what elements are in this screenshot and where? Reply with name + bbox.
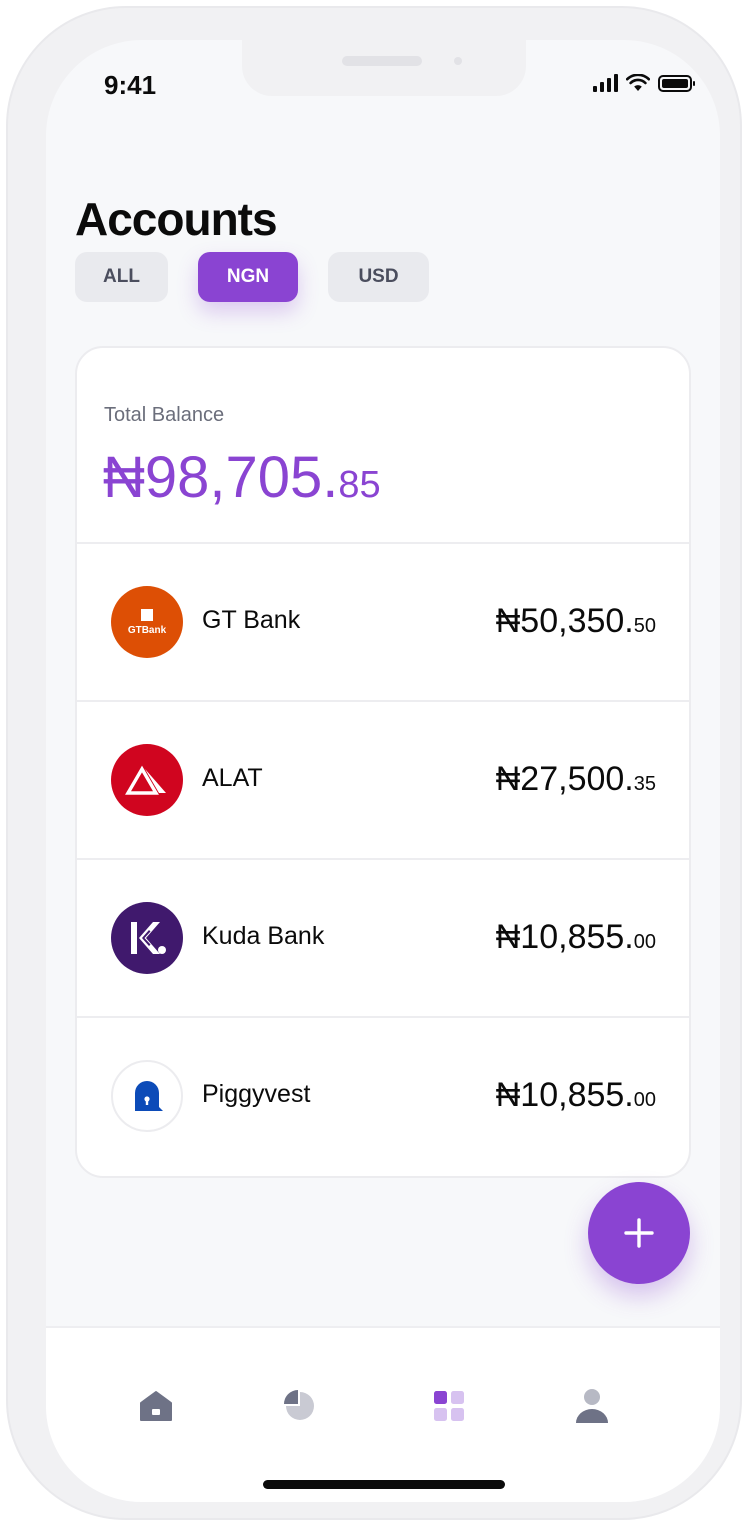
account-amount-main: ₦50,350. bbox=[495, 602, 634, 640]
currency-filter: ALL NGN USD bbox=[75, 252, 429, 302]
tab-analytics[interactable] bbox=[280, 1386, 320, 1426]
status-time: 9:41 bbox=[104, 70, 157, 100]
filter-usd[interactable]: USD bbox=[328, 252, 429, 302]
piggyvest-logo-icon bbox=[111, 1060, 183, 1132]
tab-accounts[interactable] bbox=[429, 1386, 469, 1426]
gtbank-logo-icon: GTBank bbox=[111, 586, 183, 658]
kuda-logo-icon bbox=[111, 902, 183, 974]
account-amount-decimal: 50 bbox=[633, 615, 656, 637]
account-amount: ₦10,855. 00 bbox=[496, 1076, 656, 1115]
alat-logo-icon bbox=[111, 744, 183, 816]
front-camera bbox=[454, 57, 462, 65]
account-name: GT Bank bbox=[202, 606, 301, 634]
account-amount-decimal: 00 bbox=[633, 931, 656, 953]
filter-ngn[interactable]: NGN bbox=[198, 252, 298, 302]
account-amount-main: ₦10,855. bbox=[495, 918, 634, 956]
account-amount-main: ₦27,500. bbox=[495, 760, 634, 798]
gtbank-logo-text: GTBank bbox=[127, 624, 167, 636]
tab-profile[interactable] bbox=[572, 1386, 612, 1426]
account-amount: ₦27,500. 35 bbox=[496, 760, 656, 799]
total-balance-label: Total Balance bbox=[104, 404, 225, 426]
device-frame: 9:41 Accounts ALL NGN USD Total Balance … bbox=[6, 6, 742, 1520]
account-name: Piggyvest bbox=[202, 1080, 311, 1108]
bottom-tab-bar bbox=[46, 1326, 720, 1502]
speaker-grille bbox=[342, 56, 422, 66]
account-amount: ₦10,855. 00 bbox=[496, 918, 656, 957]
account-row-piggyvest[interactable]: Piggyvest ₦10,855. 00 bbox=[77, 1018, 689, 1176]
add-account-button[interactable] bbox=[588, 1182, 690, 1284]
home-icon bbox=[140, 1391, 172, 1421]
account-amount-main: ₦10,855. bbox=[495, 1076, 634, 1114]
accounts-card: Total Balance ₦98,705. 85 GTBank GT Bank … bbox=[75, 346, 691, 1178]
account-amount-decimal: 00 bbox=[633, 1089, 656, 1111]
device-notch bbox=[242, 40, 526, 96]
status-icons bbox=[593, 74, 695, 92]
account-name: Kuda Bank bbox=[202, 922, 325, 950]
account-row-gtbank[interactable]: GTBank GT Bank ₦50,350. 50 bbox=[77, 544, 689, 702]
battery-icon bbox=[658, 75, 695, 92]
grid-icon bbox=[434, 1391, 464, 1421]
account-amount: ₦50,350. 50 bbox=[496, 602, 656, 641]
plus-icon bbox=[624, 1218, 654, 1248]
pie-chart-icon bbox=[284, 1390, 314, 1420]
page-title: Accounts bbox=[75, 193, 278, 245]
total-amount-decimal: 85 bbox=[338, 464, 381, 506]
account-name: ALAT bbox=[202, 764, 263, 792]
filter-all[interactable]: ALL bbox=[75, 252, 168, 302]
app-screen: 9:41 Accounts ALL NGN USD Total Balance … bbox=[46, 40, 720, 1502]
account-row-alat[interactable]: ALAT ₦27,500. 35 bbox=[77, 702, 689, 860]
home-indicator bbox=[263, 1480, 505, 1489]
tab-home[interactable] bbox=[136, 1386, 176, 1426]
account-amount-decimal: 35 bbox=[633, 773, 656, 795]
account-row-kuda[interactable]: Kuda Bank ₦10,855. 00 bbox=[77, 860, 689, 1018]
wifi-icon bbox=[626, 74, 650, 91]
total-amount-main: ₦98,705. bbox=[103, 445, 339, 510]
cellular-signal-icon bbox=[593, 74, 618, 92]
total-balance: Total Balance ₦98,705. 85 bbox=[77, 348, 689, 544]
total-balance-amount: ₦98,705. 85 bbox=[103, 444, 381, 511]
profile-icon bbox=[576, 1389, 608, 1423]
